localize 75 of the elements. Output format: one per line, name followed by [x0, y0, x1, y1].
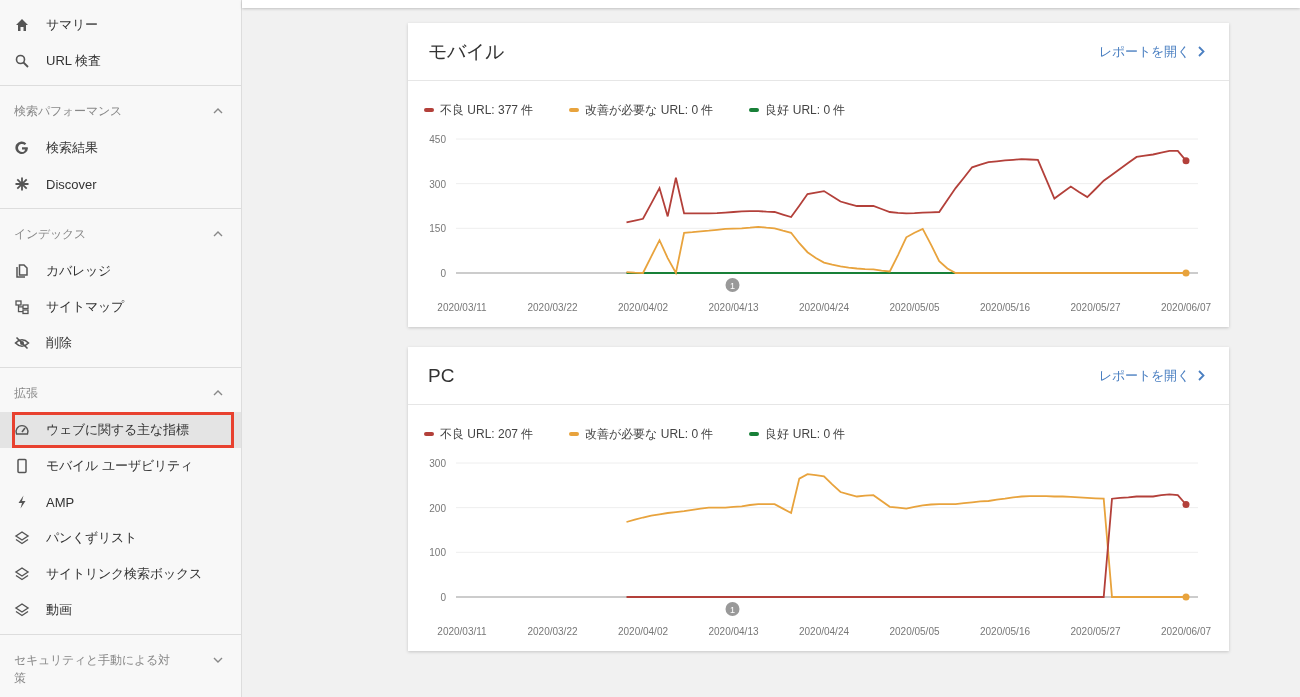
end-point: [1182, 501, 1190, 509]
legend-label: 改善が必要な URL: 0 件: [585, 101, 714, 119]
end-point: [1182, 269, 1190, 277]
y-tick-label: 0: [440, 268, 446, 279]
x-tick-label: 2020/04/13: [708, 302, 759, 313]
g-icon: [14, 140, 30, 156]
y-tick-label: 200: [429, 502, 446, 514]
home-icon: [14, 17, 30, 33]
x-tick-label: 2020/05/16: [979, 626, 1031, 637]
section-title: セキュリティと手動による対策: [14, 652, 171, 687]
x-tick-label: 2020/05/27: [1070, 626, 1121, 637]
legend-label: 改善が必要な URL: 0 件: [585, 425, 714, 443]
sidebar-item[interactable]: Discover: [0, 166, 241, 202]
y-tick-label: 300: [429, 178, 446, 190]
chevron-right-icon: [1198, 46, 1205, 57]
asterisk-icon: [14, 176, 30, 192]
y-tick-label: 300: [429, 458, 446, 469]
open-report-link[interactable]: レポートを開く: [1099, 42, 1205, 61]
search-icon: [14, 53, 30, 69]
card-title: PC: [428, 364, 455, 387]
sidebar-item[interactable]: 検索結果: [0, 130, 241, 166]
y-tick-label: 150: [429, 223, 446, 235]
eye-off-icon: [14, 335, 30, 351]
sidebar-item[interactable]: ウェブに関する主な指標: [0, 412, 241, 448]
y-tick-label: 450: [429, 134, 446, 145]
x-tick-label: 2020/06/07: [1160, 302, 1212, 313]
copy-icon: [14, 263, 30, 279]
gauge-icon: [14, 422, 30, 438]
x-tick-label: 2020/05/16: [979, 302, 1031, 313]
sidebar-item[interactable]: カバレッジ: [0, 253, 241, 289]
x-tick-label: 2020/03/22: [527, 302, 578, 313]
section-title: 拡張: [14, 385, 39, 402]
phone-icon: [14, 458, 30, 474]
x-tick-label: 2020/03/11: [437, 302, 487, 313]
chevron-right-icon: [1198, 370, 1205, 381]
sidebar-item[interactable]: サイトリンク検索ボックス: [0, 556, 241, 592]
sidebar-item[interactable]: サマリー: [0, 7, 241, 43]
open-report-link[interactable]: レポートを開く: [1099, 366, 1205, 385]
x-tick-label: 2020/04/24: [798, 626, 850, 637]
sidebar-item[interactable]: パンくずリスト: [0, 520, 241, 556]
legend-label: 不良 URL: 377 件: [440, 101, 534, 119]
legend-label: 不良 URL: 207 件: [440, 425, 534, 443]
chevron-up-icon[interactable]: [213, 231, 223, 237]
legend-label: 良好 URL: 0 件: [765, 101, 846, 119]
sidebar-item[interactable]: サイトマップ: [0, 289, 241, 325]
sitemap-icon: [14, 299, 30, 315]
end-point: [1182, 157, 1190, 165]
x-tick-label: 2020/03/22: [527, 626, 578, 637]
sidebar-item[interactable]: 削除: [0, 325, 241, 361]
x-tick-label: 2020/05/05: [889, 302, 940, 313]
x-tick-label: 2020/04/13: [708, 626, 759, 637]
legend-label: 良好 URL: 0 件: [765, 425, 846, 443]
y-tick-label: 100: [429, 547, 446, 559]
sidebar-item[interactable]: モバイル ユーザビリティ: [0, 448, 241, 484]
sidebar-item[interactable]: AMP: [0, 484, 241, 520]
sidebar-item[interactable]: URL 検査: [0, 43, 241, 79]
x-tick-label: 2020/04/02: [617, 302, 669, 313]
section-title: インデックス: [14, 226, 87, 243]
x-tick-label: 2020/04/24: [798, 302, 850, 313]
chevron-up-icon[interactable]: [213, 108, 223, 114]
x-tick-label: 2020/06/07: [1160, 626, 1212, 637]
y-tick-label: 0: [440, 592, 446, 603]
card-title: モバイル: [428, 39, 504, 64]
chevron-up-icon[interactable]: [213, 390, 223, 396]
x-tick-label: 2020/04/02: [617, 626, 669, 637]
end-point: [1182, 593, 1190, 601]
chevron-down-icon[interactable]: [213, 657, 223, 663]
x-tick-label: 2020/05/27: [1070, 302, 1121, 313]
sidebar-item[interactable]: 動画: [0, 592, 241, 628]
section-title: 検索パフォーマンス: [14, 103, 123, 120]
x-tick-label: 2020/05/05: [889, 626, 940, 637]
layers-icon: [14, 566, 30, 582]
x-tick-label: 2020/03/11: [437, 626, 487, 637]
layers-icon: [14, 530, 30, 546]
layers-icon: [14, 602, 30, 618]
